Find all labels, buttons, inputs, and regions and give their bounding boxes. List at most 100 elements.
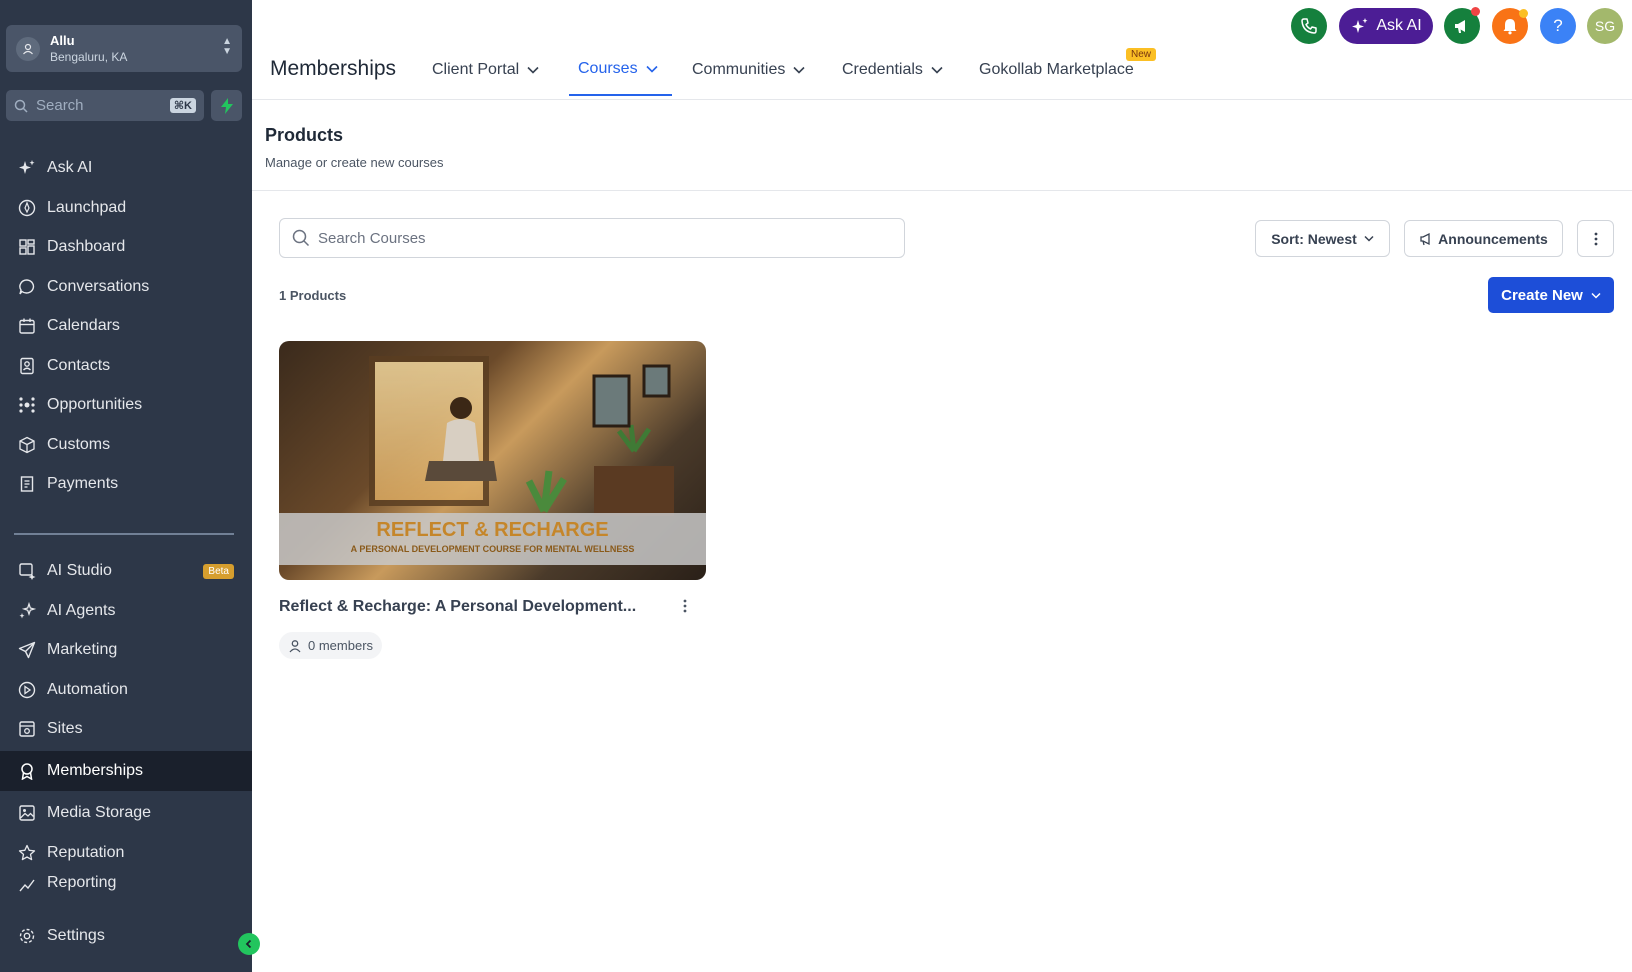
- sidebar-item-ai-studio[interactable]: AI Studio Beta: [0, 553, 252, 589]
- tab-label: Credentials: [842, 61, 923, 78]
- course-thumbnail[interactable]: REFLECT & RECHARGE A PERSONAL DEVELOPMEN…: [279, 341, 706, 580]
- receipt-icon: [16, 473, 38, 495]
- sidebar-item-label: Contacts: [47, 357, 111, 374]
- tab-client-portal[interactable]: Client Portal: [432, 61, 539, 79]
- chevron-down-icon: [1591, 292, 1601, 299]
- contacts-icon: [16, 355, 38, 377]
- sidebar-item-automation[interactable]: Automation: [0, 672, 252, 708]
- sidebar-item-label: Memberships: [47, 762, 144, 779]
- account-name: Allu: [50, 32, 75, 48]
- sidebar-item-ask-ai[interactable]: Ask AI: [0, 150, 252, 186]
- tab-label: Courses: [578, 60, 638, 77]
- sidebar-item-media-storage[interactable]: Media Storage: [0, 795, 252, 831]
- thumbnail-banner-title: REFLECT & RECHARGE: [376, 519, 609, 541]
- sidebar-item-ai-agents[interactable]: AI Agents: [0, 593, 252, 629]
- image-icon: [16, 802, 38, 824]
- sidebar-item-label: AI Studio: [47, 562, 112, 579]
- ai-studio-icon: [16, 560, 38, 582]
- thumbnail-banner-subtitle: A PERSONAL DEVELOPMENT COURSE FOR MENTAL…: [350, 544, 635, 554]
- sidebar-item-calendars[interactable]: Calendars: [0, 308, 252, 344]
- user-avatar[interactable]: SG: [1587, 8, 1623, 44]
- create-new-label: Create New: [1501, 286, 1583, 304]
- megaphone-icon: [1420, 232, 1430, 245]
- send-icon: [16, 639, 38, 661]
- sidebar: Allu Bengaluru, KA ▲ ▼ Search ⌘K Ask AI L…: [0, 0, 252, 972]
- sidebar-item-sites[interactable]: Sites: [0, 711, 252, 747]
- sort-dropdown[interactable]: Sort: Newest: [1255, 220, 1390, 257]
- tab-label: Communities: [692, 61, 786, 78]
- tab-courses[interactable]: Courses: [578, 60, 658, 78]
- phone-icon: [1301, 18, 1317, 34]
- chevron-down-icon: [793, 66, 805, 74]
- account-switcher[interactable]: Allu Bengaluru, KA ▲ ▼: [6, 25, 242, 72]
- sidebar-item-label: Settings: [47, 927, 105, 944]
- chevron-down-icon: [1364, 235, 1374, 242]
- course-search-input[interactable]: Search Courses: [279, 218, 905, 258]
- sidebar-item-marketing[interactable]: Marketing: [0, 632, 252, 668]
- announcements-label: Announcements: [1438, 230, 1548, 247]
- chevron-down-icon: [931, 66, 943, 74]
- search-icon: [14, 99, 28, 113]
- sidebar-item-label: Calendars: [47, 317, 120, 334]
- course-title[interactable]: Reflect & Recharge: A Personal Developme…: [279, 598, 636, 616]
- sidebar-item-customs[interactable]: Customs: [0, 427, 252, 463]
- collapse-sidebar-button[interactable]: [238, 933, 260, 955]
- sidebar-item-label: Sites: [47, 720, 83, 737]
- chevron-left-icon: [245, 939, 252, 949]
- account-avatar-icon: [16, 36, 40, 61]
- section-subtitle: Manage or create new courses: [265, 155, 444, 170]
- calendar-icon: [16, 315, 38, 337]
- tab-gokollab-marketplace[interactable]: Gokollab Marketplace: [979, 61, 1134, 79]
- sidebar-item-contacts[interactable]: Contacts: [0, 348, 252, 384]
- sidebar-item-conversations[interactable]: Conversations: [0, 269, 252, 305]
- cube-icon: [16, 434, 38, 456]
- course-search-placeholder: Search Courses: [318, 229, 426, 247]
- quick-action-button[interactable]: [211, 90, 242, 121]
- sparkle-icon: [1352, 18, 1368, 33]
- opportunities-icon: [16, 394, 38, 416]
- help-button[interactable]: ?: [1540, 8, 1576, 44]
- sidebar-item-opportunities[interactable]: Opportunities: [0, 387, 252, 423]
- user-icon: [289, 639, 301, 652]
- sidebar-search[interactable]: Search ⌘K: [6, 90, 204, 121]
- members-count: 0 members: [308, 638, 374, 653]
- search-shortcut: ⌘K: [169, 98, 196, 113]
- tab-credentials[interactable]: Credentials: [842, 61, 943, 79]
- create-new-button[interactable]: Create New: [1488, 277, 1614, 313]
- phone-button[interactable]: [1291, 8, 1327, 44]
- award-icon: [16, 760, 38, 782]
- ask-ai-button[interactable]: Ask AI: [1339, 8, 1433, 44]
- sidebar-item-label: Customs: [47, 436, 111, 453]
- announcements-button[interactable]: Announcements: [1404, 220, 1563, 257]
- notification-dot: [1519, 9, 1528, 18]
- sidebar-item-label: Media Storage: [47, 804, 152, 821]
- user-initials: SG: [1594, 18, 1616, 34]
- sidebar-item-label: Ask AI: [47, 159, 93, 176]
- sidebar-item-launchpad[interactable]: Launchpad: [0, 190, 252, 226]
- kebab-menu-icon: [683, 599, 687, 613]
- agents-icon: [16, 600, 38, 622]
- sidebar-item-payments[interactable]: Payments: [0, 466, 252, 502]
- automation-icon: [16, 679, 38, 701]
- chat-icon: [16, 276, 38, 298]
- sparkle-icon: [16, 157, 38, 179]
- sidebar-item-label: AI Agents: [47, 602, 116, 619]
- more-options-button[interactable]: [1577, 220, 1614, 257]
- section-title: Products: [265, 125, 344, 145]
- tab-communities[interactable]: Communities: [692, 61, 805, 79]
- tab-label: Client Portal: [432, 61, 520, 78]
- sidebar-item-label: Launchpad: [47, 199, 127, 216]
- sidebar-item-label: Payments: [47, 475, 119, 492]
- bell-icon: [1503, 19, 1517, 35]
- course-options-button[interactable]: [683, 597, 687, 618]
- sidebar-item-reputation[interactable]: Reputation: [0, 835, 252, 871]
- bolt-icon: [220, 97, 233, 114]
- sidebar-item-label: Conversations: [47, 278, 150, 295]
- sidebar-item-reporting[interactable]: Reporting: [0, 874, 252, 894]
- gear-icon: [16, 925, 38, 947]
- sidebar-item-memberships[interactable]: Memberships: [0, 751, 252, 791]
- rocket-icon: [16, 197, 38, 219]
- sidebar-item-dashboard[interactable]: Dashboard: [0, 229, 252, 265]
- sidebar-item-label: Reputation: [47, 844, 125, 861]
- sidebar-item-settings[interactable]: Settings: [0, 918, 252, 954]
